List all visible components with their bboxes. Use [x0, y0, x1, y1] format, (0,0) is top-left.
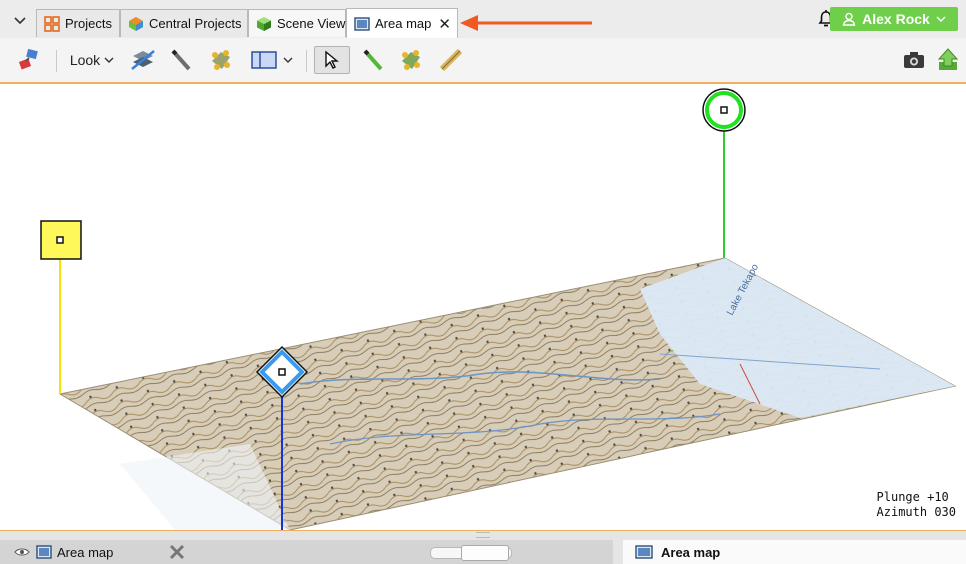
look-dropdown[interactable]: Look — [66, 46, 118, 74]
tab-area-map[interactable]: Area map ✕ — [346, 8, 458, 38]
tab-central-projects[interactable]: Central Projects — [120, 9, 248, 37]
pencil-icon — [171, 49, 191, 71]
properties-title: Area map — [661, 544, 721, 560]
remove-layer-icon[interactable] — [169, 544, 185, 560]
chevron-down-icon — [14, 17, 26, 25]
splitter-handle[interactable] — [476, 532, 490, 538]
area-map-icon — [635, 545, 653, 559]
toolbar-separator — [56, 50, 57, 72]
tab-label: Area map — [375, 16, 432, 31]
layout-dropdown[interactable] — [246, 46, 298, 74]
bottom-panel: Area map Area map — [0, 530, 966, 564]
azimuth-value: Azimuth 030 — [876, 505, 956, 519]
tab-projects[interactable]: Projects — [36, 9, 120, 37]
properties-panel-header: Area map — [623, 540, 966, 564]
area-map-icon — [354, 16, 370, 31]
toolbar-separator — [306, 50, 307, 72]
user-menu-button[interactable]: Alex Rock — [830, 7, 958, 31]
tab-bar: Projects Central Projects Scene View Are… — [0, 0, 966, 38]
marker-point — [278, 368, 286, 376]
look-label: Look — [69, 52, 101, 68]
measure-line-button[interactable] — [358, 46, 388, 74]
tab-label: Scene View — [277, 16, 346, 31]
scene-canvas: Lake Tekapo — [40, 88, 957, 530]
scene-cube-icon — [257, 16, 271, 31]
tab-list-dropdown[interactable] — [9, 10, 31, 32]
points-tool-button[interactable] — [206, 46, 236, 74]
select-tool-button[interactable] — [314, 46, 350, 74]
user-icon — [842, 12, 856, 26]
area-map-icon — [36, 545, 52, 559]
publish-button[interactable] — [934, 46, 962, 74]
central-projects-icon — [129, 16, 143, 31]
chevron-down-icon — [104, 57, 114, 63]
scene-viewport[interactable]: Lake Tekapo Plunge +10 Azimuth 030 — [0, 84, 966, 530]
screenshot-button[interactable] — [900, 46, 928, 74]
camera-icon — [904, 52, 924, 68]
slice-icon — [131, 50, 155, 70]
layer-name: Area map — [57, 544, 114, 560]
split-view-icon — [251, 51, 277, 69]
tab-scene-view[interactable]: Scene View — [248, 9, 346, 37]
scene-toolbar: Look — [0, 38, 966, 84]
projects-grid-icon — [44, 15, 60, 32]
slice-tool-button[interactable] — [128, 46, 158, 74]
plunge-value: Plunge +10 — [876, 490, 949, 504]
points-icon — [212, 50, 230, 70]
eye-icon[interactable] — [14, 547, 30, 557]
cursor-arrow-icon — [325, 50, 339, 69]
opacity-slider-thumb[interactable] — [461, 545, 509, 561]
close-tab-button[interactable]: ✕ — [438, 15, 451, 33]
marker-point — [56, 236, 64, 244]
marker-point — [720, 106, 728, 114]
orientation-readout: Plunge +10 Azimuth 030 — [877, 490, 956, 520]
annotation-arrow — [460, 15, 592, 31]
plane-points-icon — [402, 50, 420, 70]
upload-arrow-icon — [937, 48, 959, 70]
chevron-down-icon — [936, 16, 946, 22]
tab-label: Projects — [65, 16, 112, 31]
ruler-tool-button[interactable] — [436, 46, 466, 74]
ruler-icon — [439, 48, 463, 72]
draw-tool-button[interactable] — [166, 46, 196, 74]
tab-label: Central Projects — [149, 16, 242, 31]
user-name: Alex Rock — [862, 11, 930, 27]
layer-row-area-map[interactable]: Area map — [0, 540, 613, 564]
chevron-down-icon — [283, 57, 293, 63]
topographic-map-surface: Lake Tekapo — [58, 257, 957, 530]
scene-objects-icon — [18, 48, 38, 70]
plane-points-button[interactable] — [396, 46, 426, 74]
scene-objects-button[interactable] — [14, 46, 44, 74]
green-pencil-icon — [363, 49, 383, 71]
opacity-slider[interactable] — [430, 545, 512, 561]
